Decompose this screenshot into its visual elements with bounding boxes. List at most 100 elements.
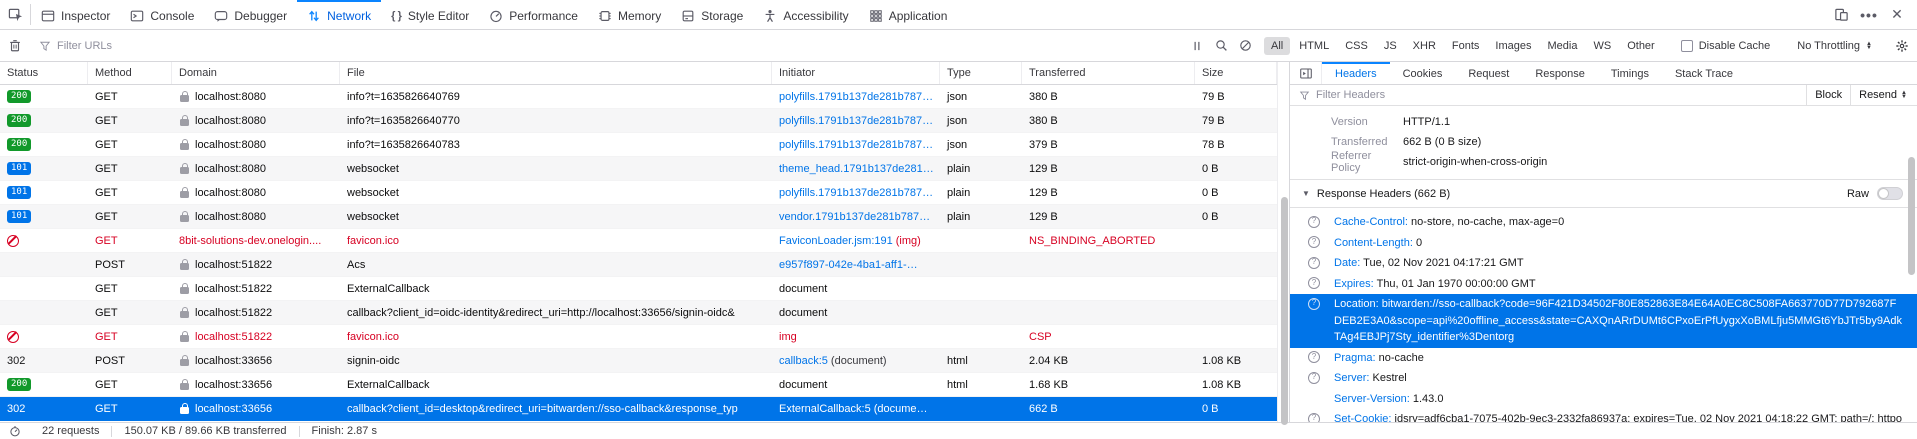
- block-requests-button[interactable]: [1233, 39, 1257, 52]
- header-help-icon[interactable]: ?: [1308, 236, 1320, 248]
- response-header-row[interactable]: ?Pragma: no-cache: [1290, 348, 1917, 369]
- tab-storage[interactable]: Storage: [671, 0, 753, 29]
- filter-css[interactable]: CSS: [1338, 37, 1375, 55]
- devtools-menu-button[interactable]: •••: [1857, 7, 1881, 23]
- initiator-link[interactable]: polyfills.1791b137de281b787…: [779, 91, 933, 103]
- tab-network[interactable]: Network: [297, 0, 381, 29]
- header-help-icon[interactable]: ?: [1308, 216, 1320, 228]
- responsive-design-button[interactable]: [1829, 7, 1853, 22]
- response-header-row[interactable]: ?Expires: Thu, 01 Jan 1970 00:00:00 GMT: [1290, 274, 1917, 295]
- response-headers-section-header[interactable]: ▼ Response Headers (662 B) Raw: [1290, 180, 1917, 208]
- table-row[interactable]: POST localhost:51822 Acs e957f897-042e-4…: [0, 253, 1277, 277]
- initiator-link[interactable]: theme_head.1791b137de281…: [779, 163, 934, 175]
- filter-urls-input[interactable]: Filter URLs: [31, 40, 112, 52]
- column-header-method[interactable]: Method: [88, 62, 172, 84]
- table-row[interactable]: 200 GET localhost:33656 ExternalCallback…: [0, 373, 1277, 397]
- table-row[interactable]: GET 8bit-solutions-dev.onelogin.... favi…: [0, 229, 1277, 253]
- filter-js[interactable]: JS: [1377, 37, 1404, 55]
- initiator-link[interactable]: ExternalCallback:5: [779, 403, 871, 415]
- filter-ws[interactable]: WS: [1586, 37, 1618, 55]
- table-row[interactable]: 101 GET localhost:8080 websocket theme_h…: [0, 157, 1277, 181]
- network-settings-button[interactable]: [1887, 39, 1917, 53]
- filter-other[interactable]: Other: [1620, 37, 1662, 55]
- column-header-type[interactable]: Type: [940, 62, 1022, 84]
- filter-media[interactable]: Media: [1541, 37, 1585, 55]
- tab-response[interactable]: Response: [1522, 62, 1598, 84]
- table-row[interactable]: 200 GET localhost:8080 info?t=1635826640…: [0, 85, 1277, 109]
- response-header-row[interactable]: Server-Version: 1.43.0: [1290, 389, 1917, 410]
- initiator-link[interactable]: e957f897-042e-4ba1-aff1-…: [779, 259, 918, 271]
- initiator-link[interactable]: callback:5: [779, 355, 828, 367]
- response-header-row[interactable]: ?Server: Kestrel: [1290, 368, 1917, 389]
- table-row[interactable]: 101 GET localhost:8080 websocket vendor.…: [0, 205, 1277, 229]
- tab-console[interactable]: Console: [120, 0, 204, 29]
- tab-debugger[interactable]: Debugger: [204, 0, 297, 29]
- table-row[interactable]: 302 GET localhost:33656 callback?client_…: [0, 397, 1277, 421]
- tab-timings[interactable]: Timings: [1598, 62, 1662, 84]
- search-button[interactable]: [1209, 39, 1233, 52]
- header-help-icon[interactable]: ?: [1308, 351, 1320, 363]
- resend-button[interactable]: Resend ▲▼: [1850, 85, 1917, 105]
- column-header-transferred[interactable]: Transferred: [1022, 62, 1195, 84]
- table-row[interactable]: GET localhost:51822 callback?client_id=o…: [0, 301, 1277, 325]
- header-help-icon[interactable]: ?: [1308, 372, 1320, 384]
- request-list-scrollbar[interactable]: [1277, 62, 1290, 422]
- response-header-row[interactable]: ?Content-Length: 0: [1290, 233, 1917, 254]
- table-row[interactable]: 200 GET localhost:8080 info?t=1635826640…: [0, 133, 1277, 157]
- raw-toggle-control[interactable]: Raw: [1847, 187, 1903, 200]
- initiator-link[interactable]: FaviconLoader.jsm:191: [779, 235, 893, 247]
- column-header-status[interactable]: Status: [0, 62, 88, 84]
- tab-accessibility[interactable]: Accessibility: [753, 0, 858, 29]
- filter-fonts[interactable]: Fonts: [1445, 37, 1487, 55]
- table-row[interactable]: 101 GET localhost:8080 websocket polyfil…: [0, 181, 1277, 205]
- clear-requests-button[interactable]: [0, 38, 30, 53]
- performance-analysis-button[interactable]: [0, 425, 30, 437]
- tab-memory[interactable]: Memory: [588, 0, 671, 29]
- response-header-row[interactable]: ?Set-Cookie: idsrv=adf6cba1-7075-402b-9e…: [1290, 409, 1917, 422]
- initiator-link[interactable]: polyfills.1791b137de281b787…: [779, 115, 933, 127]
- header-help-icon[interactable]: ?: [1308, 277, 1320, 289]
- disable-cache-checkbox[interactable]: [1681, 40, 1693, 52]
- column-header-domain[interactable]: Domain: [172, 62, 340, 84]
- tab-cookies[interactable]: Cookies: [1390, 62, 1456, 84]
- filter-headers-input[interactable]: Filter Headers: [1290, 89, 1806, 101]
- close-devtools-button[interactable]: ✕: [1885, 6, 1909, 23]
- filter-images[interactable]: Images: [1488, 37, 1538, 55]
- cell-initiator: img: [772, 331, 940, 343]
- response-header-row[interactable]: ?Date: Tue, 02 Nov 2021 04:17:21 GMT: [1290, 253, 1917, 274]
- header-help-icon[interactable]: ?: [1308, 413, 1320, 423]
- tab-performance[interactable]: Performance: [479, 0, 588, 29]
- response-header-row[interactable]: ?Location: bitwarden://sso-callback?code…: [1290, 294, 1917, 348]
- column-header-initiator[interactable]: Initiator: [772, 62, 940, 84]
- filter-xhr[interactable]: XHR: [1406, 37, 1443, 55]
- initiator-link[interactable]: vendor.1791b137de281b787…: [779, 211, 930, 223]
- table-row[interactable]: 200 GET localhost:8080 info?t=1635826640…: [0, 109, 1277, 133]
- block-button[interactable]: Block: [1806, 85, 1850, 105]
- tab-stack-trace[interactable]: Stack Trace: [1662, 62, 1746, 84]
- header-help-icon[interactable]: ?: [1308, 257, 1320, 269]
- scrollbar-thumb[interactable]: [1281, 197, 1288, 425]
- pause-recording-button[interactable]: [1185, 40, 1209, 52]
- tab-style-editor[interactable]: { } Style Editor: [381, 0, 479, 29]
- filter-all[interactable]: All: [1264, 37, 1290, 55]
- table-row[interactable]: 302 POST localhost:33656 signin-oidc cal…: [0, 349, 1277, 373]
- initiator-link[interactable]: polyfills.1791b137de281b787…: [779, 139, 933, 151]
- tab-headers[interactable]: Headers: [1322, 62, 1390, 84]
- details-scrollbar-thumb[interactable]: [1908, 157, 1915, 275]
- header-help-icon[interactable]: ?: [1308, 298, 1320, 310]
- filter-html[interactable]: HTML: [1292, 37, 1336, 55]
- tab-request[interactable]: Request: [1455, 62, 1522, 84]
- column-header-size[interactable]: Size: [1195, 62, 1277, 84]
- pick-element-button[interactable]: [0, 0, 30, 29]
- split-console-toggle-button[interactable]: [1290, 62, 1322, 84]
- raw-toggle[interactable]: [1877, 187, 1903, 200]
- initiator-link[interactable]: polyfills.1791b137de281b787…: [779, 187, 933, 199]
- tab-inspector[interactable]: Inspector: [31, 0, 120, 29]
- tab-application[interactable]: Application: [859, 0, 958, 29]
- table-row[interactable]: GET localhost:51822 ExternalCallback doc…: [0, 277, 1277, 301]
- disable-cache-control[interactable]: Disable Cache: [1669, 40, 1783, 52]
- table-row[interactable]: GET localhost:51822 favicon.ico img CSP: [0, 325, 1277, 349]
- response-header-row[interactable]: ?Cache-Control: no-store, no-cache, max-…: [1290, 212, 1917, 233]
- column-header-file[interactable]: File: [340, 62, 772, 84]
- throttling-select[interactable]: No Throttling ▲▼: [1783, 40, 1886, 52]
